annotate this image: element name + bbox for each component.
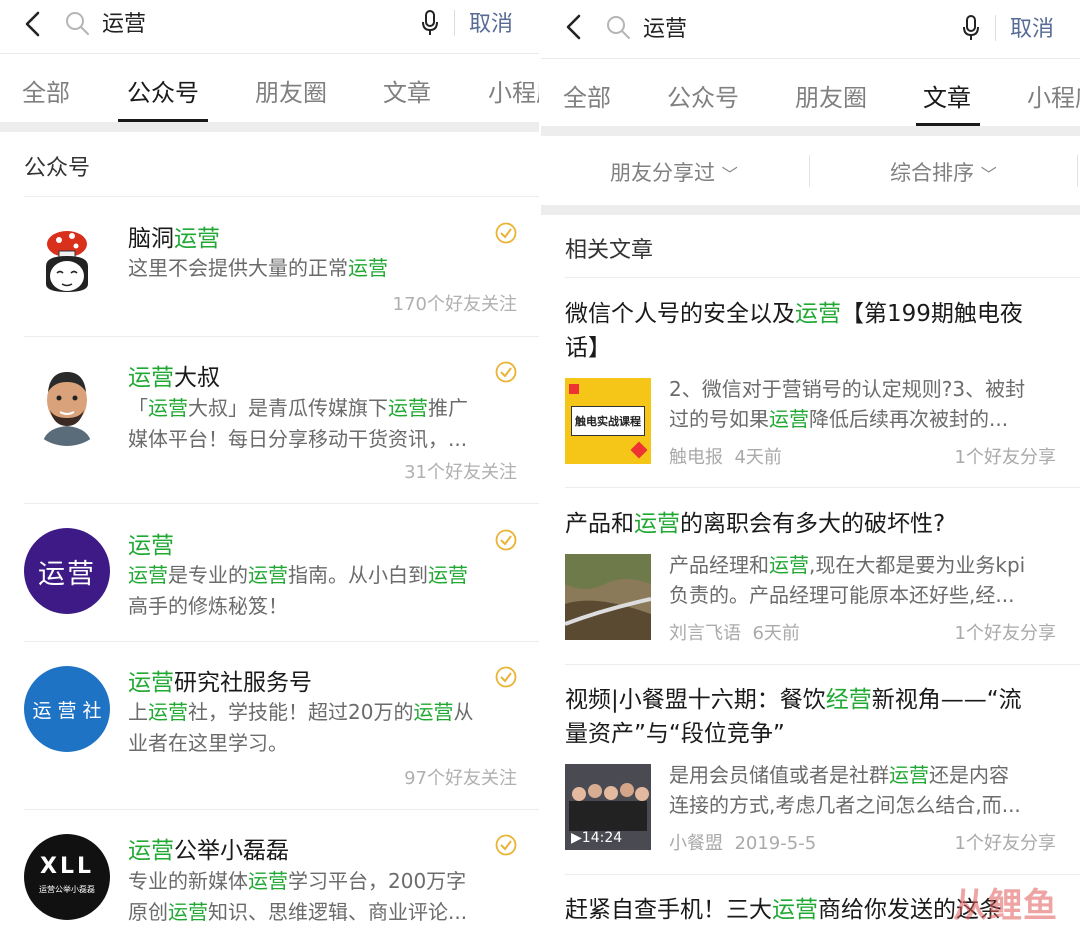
verified-badge-icon	[495, 666, 517, 688]
video-duration: ▶14:24	[571, 830, 623, 846]
follower-count: 170个好友关注	[392, 294, 517, 315]
verified-badge-icon	[495, 222, 517, 244]
avatar	[24, 218, 110, 304]
tab-all[interactable]: 全部	[22, 73, 70, 108]
section-title: 公众号	[24, 156, 91, 181]
tab-moments[interactable]: 朋友圈	[795, 78, 867, 113]
account-name: 运营研究社服务号	[128, 670, 312, 696]
filter-divider	[809, 155, 810, 187]
watermark: 从鲤鱼	[953, 886, 1058, 925]
tab-bar: 全部 公众号 朋友圈 文章 小程序	[541, 60, 1080, 128]
search-icon	[66, 12, 89, 35]
article-source: 小餐盟 2019-5-5	[669, 833, 817, 854]
back-arrow-icon[interactable]	[563, 13, 585, 41]
article-snippet: 2、微信对于营销号的认定规则?3、被封 过的号如果运营降低后续再次被封的...	[669, 377, 1026, 431]
article-share-count: 1个好友分享	[954, 833, 1056, 854]
chevron-down-icon: ﹀	[721, 165, 738, 184]
verified-badge-icon	[495, 834, 517, 856]
account-description: 「运营大叔」是青瓜传媒旗下运营推广 媒体平台！每日分享移动干货资讯，...	[128, 396, 468, 451]
account-description: 上运营社，学技能！超过20万的运营从 业者在这里学习。	[128, 700, 474, 755]
tab-mini-programs[interactable]: 小程序	[1027, 78, 1080, 113]
chevron-down-icon: ﹀	[980, 165, 997, 184]
cancel-button[interactable]: 取消	[1010, 11, 1054, 43]
follower-count: 31个好友关注	[404, 462, 517, 483]
article-title: 视频|小餐盟十六期：餐饮经营新视角——“流 量资产”与“段位竞争”	[565, 687, 1022, 747]
account-name: 脑洞运营	[128, 226, 220, 252]
account-description: 运营是专业的运营指南。从小白到运营 高手的修炼秘笈！	[128, 563, 468, 618]
microphone-icon[interactable]	[961, 13, 981, 43]
left-screen: 运营 取消 全部 公众号 朋友圈 文章 小程序 公众号	[0, 0, 541, 925]
avatar: XLL 运营公举小磊磊	[24, 834, 110, 920]
divider	[24, 336, 541, 337]
divider	[24, 641, 541, 642]
account-name: 运营大叔	[128, 365, 220, 391]
divider	[24, 809, 541, 810]
verified-badge-icon	[495, 361, 517, 383]
search-divider	[995, 15, 996, 41]
article-title: 微信个人号的安全以及运营【第199期触电夜 话】	[565, 301, 1023, 361]
right-screen: 运营 取消 全部 公众号 朋友圈 文章 小程序 朋友分享过 ﹀ 综合排序 ﹀ 相…	[541, 0, 1080, 925]
back-arrow-icon[interactable]	[22, 10, 44, 38]
tab-official-accounts[interactable]: 公众号	[127, 73, 199, 108]
divider	[565, 664, 1080, 665]
avatar	[24, 360, 110, 446]
section-gap	[541, 205, 1080, 215]
article-share-count: 1个好友分享	[954, 447, 1056, 468]
search-bar: 运营 取消	[0, 0, 541, 54]
article-thumbnail: 触电实战课程	[565, 378, 651, 464]
avatar: 运 营 社	[24, 666, 110, 752]
microphone-icon[interactable]	[420, 8, 440, 38]
article-thumbnail	[565, 554, 651, 640]
article-share-count: 1个好友分享	[954, 623, 1056, 644]
tab-articles[interactable]: 文章	[923, 78, 971, 113]
follower-count: 97个好友关注	[404, 768, 517, 789]
verified-badge-icon	[495, 529, 517, 551]
divider	[565, 277, 1080, 278]
filter-shared-by-friends[interactable]: 朋友分享过 ﹀	[610, 157, 738, 187]
section-gap	[0, 122, 541, 132]
divider	[565, 487, 1080, 488]
divider	[24, 503, 541, 504]
divider	[565, 874, 1080, 875]
section-title: 相关文章	[565, 238, 654, 263]
cancel-button[interactable]: 取消	[469, 6, 513, 38]
tab-official-accounts[interactable]: 公众号	[667, 78, 739, 113]
account-description: 专业的新媒体运营学习平台，200万字 原创运营知识、思维逻辑、商业评论...	[128, 869, 468, 924]
tab-mini-programs[interactable]: 小程序	[488, 73, 541, 108]
search-divider	[454, 10, 455, 36]
search-bar: 运营 取消	[541, 0, 1080, 59]
article-source: 刘言飞语 6天前	[669, 623, 800, 644]
article-thumbnail: ▶14:24	[565, 764, 651, 850]
account-name: 运营公举小磊磊	[128, 838, 289, 864]
filter-bar: 朋友分享过 ﹀ 综合排序 ﹀	[541, 135, 1080, 205]
tab-bar: 全部 公众号 朋友圈 文章 小程序	[0, 55, 541, 123]
avatar: 运营	[24, 528, 110, 614]
account-description: 这里不会提供大量的正常运营	[128, 256, 388, 280]
account-name: 运营	[128, 533, 174, 559]
search-icon	[607, 16, 630, 39]
tab-moments[interactable]: 朋友圈	[255, 73, 327, 108]
article-snippet: 是用会员储值或者是社群运营还是内容 连接的方式,考虑几者之间怎么结合,而...	[669, 763, 1021, 817]
tab-all[interactable]: 全部	[563, 78, 611, 113]
tab-articles[interactable]: 文章	[383, 73, 431, 108]
search-input[interactable]: 运营	[643, 11, 687, 43]
search-input[interactable]: 运营	[102, 6, 146, 38]
play-icon: ▶	[571, 830, 582, 846]
filter-sort[interactable]: 综合排序 ﹀	[890, 157, 997, 187]
article-title: 产品和运营的离职会有多大的破坏性?	[565, 511, 946, 537]
filter-divider	[1077, 155, 1078, 187]
article-source: 触电报 4天前	[669, 447, 782, 468]
divider	[24, 196, 541, 197]
article-snippet: 产品经理和运营,现在大都是要为业务kpi 负责的。产品经理可能原本还好些,经..…	[669, 553, 1026, 607]
